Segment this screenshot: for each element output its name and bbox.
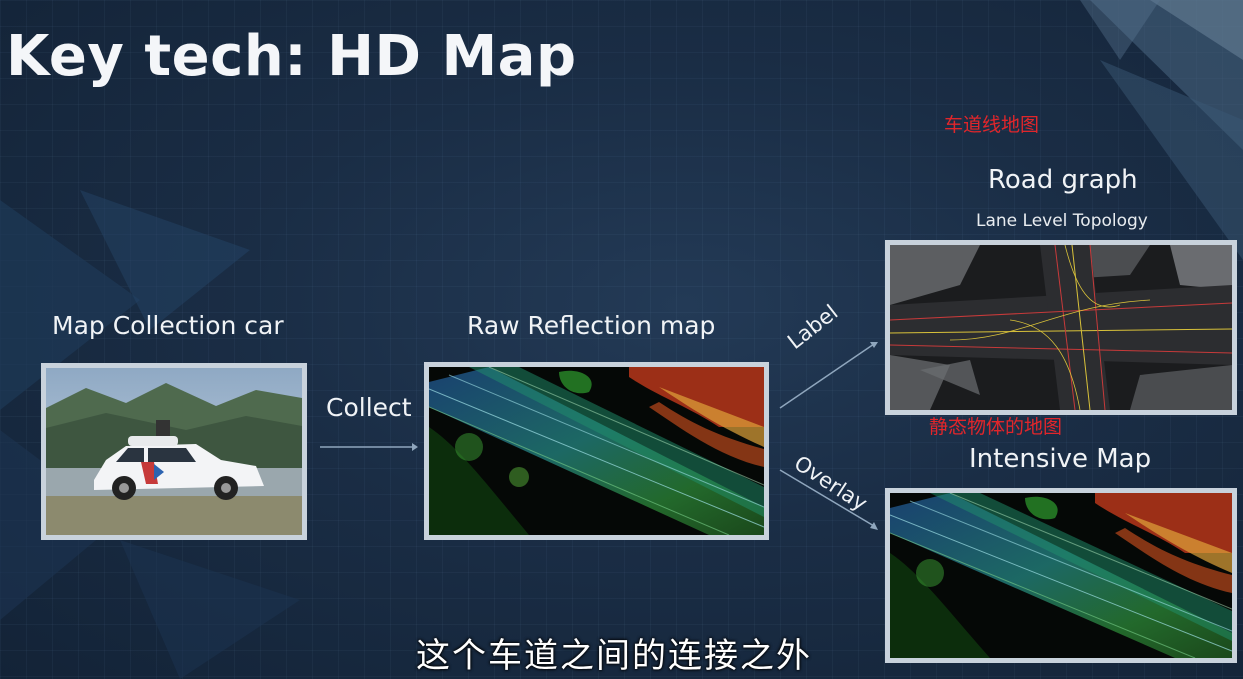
intensive-map-heading: Intensive Map [969,444,1152,474]
collect-arrow-label: Collect [326,393,412,422]
collect-arrow [320,443,418,451]
raw-map-heading: Raw Reflection map [467,311,716,340]
raw-reflection-map-image [424,362,769,540]
video-subtitle: 这个车道之间的连接之外 [416,636,812,676]
slide-title: Key tech: HD Map [6,24,577,89]
overlay-arrow [779,469,878,530]
static-map-note: 静态物体的地图 [929,416,1063,438]
collection-car-heading: Map Collection car [52,311,284,340]
road-graph-image [885,240,1237,415]
road-graph-heading: Road graph [988,165,1138,195]
lane-map-note: 车道线地图 [944,114,1040,136]
label-arrow [779,342,878,409]
collection-car-image [41,363,307,540]
road-graph-subheading: Lane Level Topology [976,211,1148,231]
intensive-map-image [885,488,1237,663]
